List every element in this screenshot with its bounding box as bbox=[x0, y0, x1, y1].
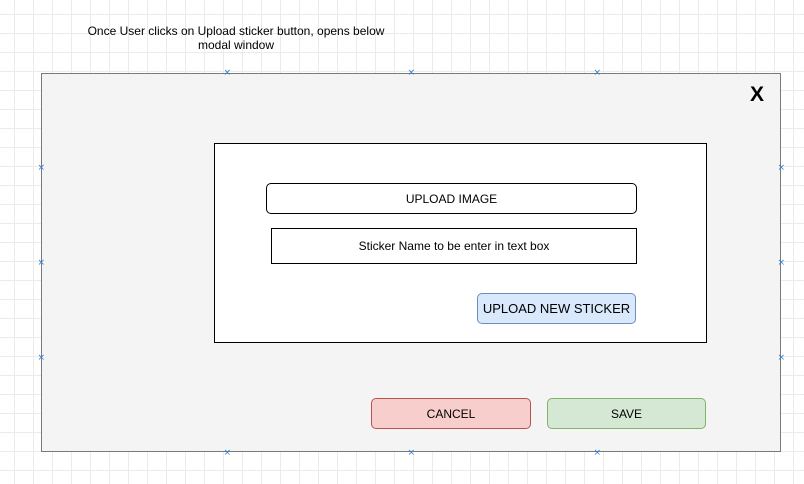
selection-handle-icon[interactable]: × bbox=[408, 68, 416, 77]
selection-handle-icon[interactable]: × bbox=[778, 163, 786, 172]
annotation-note: Once User clicks on Upload sticker butto… bbox=[87, 24, 385, 52]
selection-handle-icon[interactable]: × bbox=[38, 163, 46, 172]
selection-handle-icon[interactable]: × bbox=[38, 258, 46, 267]
save-button[interactable]: SAVE bbox=[547, 398, 706, 429]
cancel-button[interactable]: CANCEL bbox=[371, 398, 531, 429]
selection-handle-icon[interactable]: × bbox=[224, 68, 232, 77]
close-icon[interactable]: X bbox=[747, 82, 767, 108]
selection-handle-icon[interactable]: × bbox=[594, 68, 602, 77]
selection-handle-icon[interactable]: × bbox=[224, 448, 232, 457]
upload-image-button[interactable]: UPLOAD IMAGE bbox=[266, 183, 637, 214]
selection-handle-icon[interactable]: × bbox=[408, 448, 416, 457]
selection-handle-icon[interactable]: × bbox=[778, 353, 786, 362]
selection-handle-icon[interactable]: × bbox=[38, 353, 46, 362]
upload-new-sticker-button[interactable]: UPLOAD NEW STICKER bbox=[477, 293, 636, 324]
sticker-name-input[interactable]: Sticker Name to be enter in text box bbox=[271, 228, 637, 264]
selection-handle-icon[interactable]: × bbox=[594, 448, 602, 457]
selection-handle-icon[interactable]: × bbox=[778, 258, 786, 267]
